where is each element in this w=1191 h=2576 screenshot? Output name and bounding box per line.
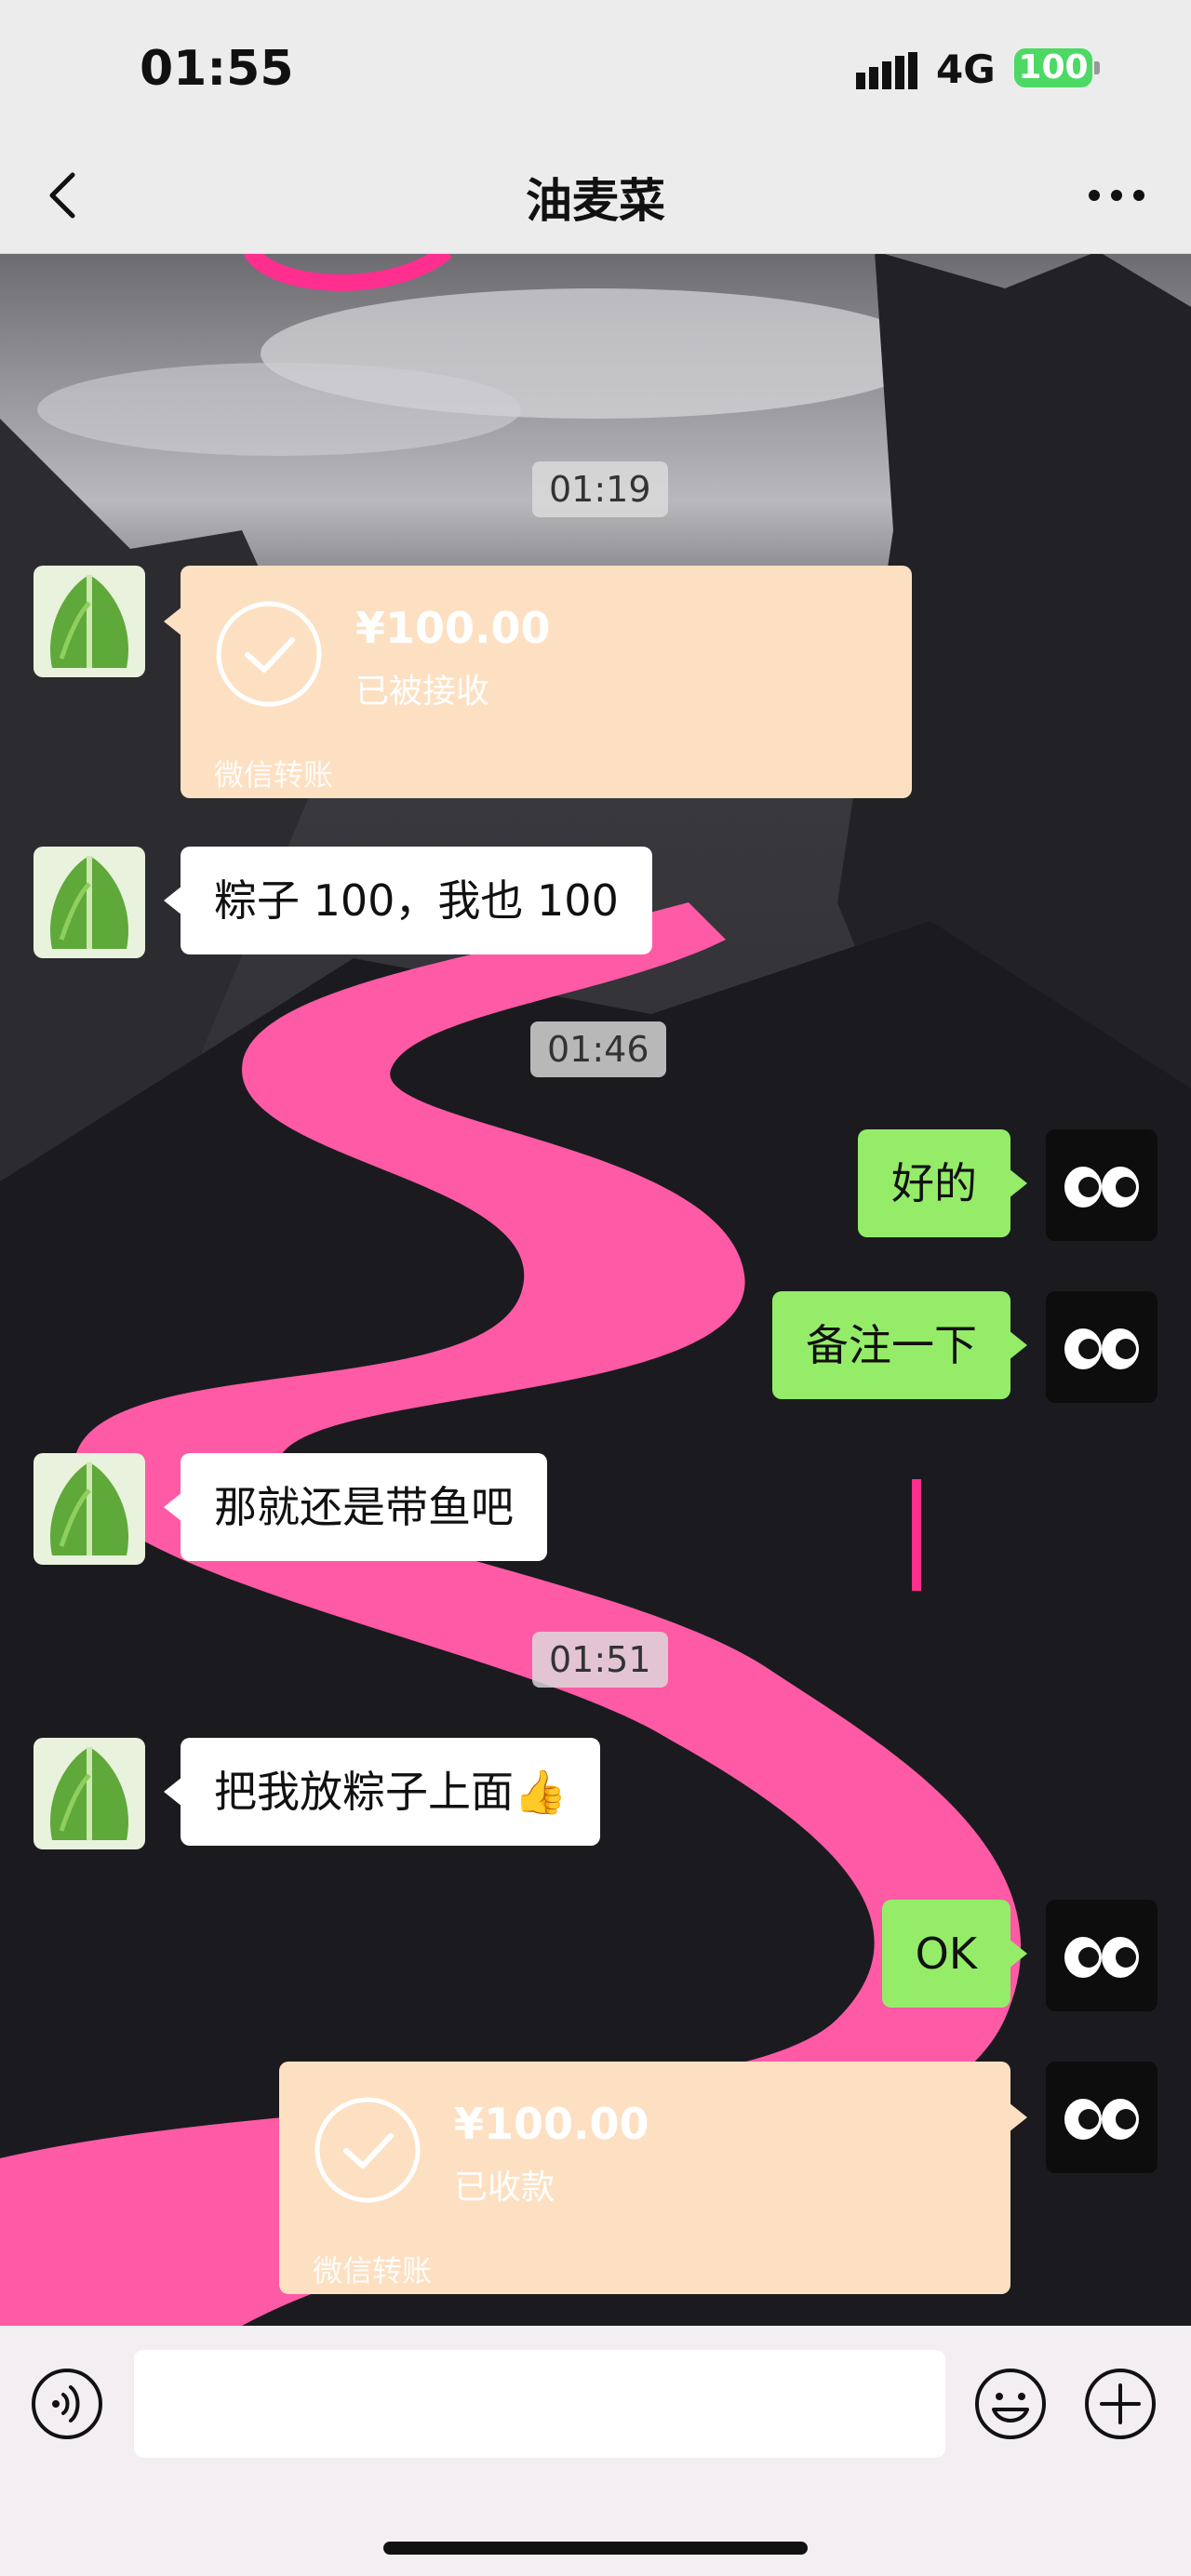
timestamp: 01:46 xyxy=(530,1021,666,1077)
more-icon[interactable] xyxy=(1079,167,1154,223)
message-text: 粽子 100，我也 100 xyxy=(214,875,619,926)
message-bubble-outgoing[interactable]: 好的 xyxy=(858,1129,1027,1237)
transfer-amount: ¥100.00 xyxy=(355,603,551,653)
message-bubble-incoming[interactable]: 那就还是带鱼吧 xyxy=(164,1453,547,1561)
transfer-card-accepted[interactable]: ¥100.00 已收款 微信转账 xyxy=(279,2062,1027,2294)
my-avatar[interactable] xyxy=(1046,1129,1158,1241)
message-bubble-outgoing[interactable]: 备注一下 xyxy=(772,1291,1027,1399)
battery-level: 100 xyxy=(1014,48,1092,87)
status-bar: 01:55 4G 100 xyxy=(0,0,1191,140)
battery-tip xyxy=(1094,61,1100,74)
transfer-status: 已收款 xyxy=(454,2169,555,2207)
status-time: 01:55 xyxy=(140,41,294,97)
transfer-status: 已被接收 xyxy=(355,673,490,711)
timestamp: 01:51 xyxy=(532,1632,668,1688)
home-indicator[interactable] xyxy=(383,2542,808,2555)
contact-avatar[interactable] xyxy=(33,1738,145,1849)
message-bubble-incoming[interactable]: 把我放粽子上面👍 xyxy=(164,1738,601,1846)
chat-screen: 01:55 4G 100 油麦菜 01:19 ¥100.00 已被接收 微信转账… xyxy=(0,0,1191,2576)
message-text: 那就还是带鱼吧 xyxy=(214,1482,514,1532)
timestamp: 01:19 xyxy=(532,461,668,517)
message-text: 把我放粽子上面👍 xyxy=(214,1767,568,1817)
transfer-label: 微信转账 xyxy=(214,757,334,793)
nav-bar: 油麦菜 xyxy=(0,140,1191,254)
message-text: 好的 xyxy=(891,1158,977,1208)
signal-icon xyxy=(856,52,917,89)
input-bar xyxy=(0,2326,1191,2576)
contact-avatar[interactable] xyxy=(33,847,145,958)
my-avatar[interactable] xyxy=(1046,1900,1158,2011)
message-list[interactable]: 01:19 ¥100.00 已被接收 微信转账 粽子 100，我也 100 01… xyxy=(0,253,1191,2326)
message-text: 备注一下 xyxy=(806,1320,977,1370)
message-bubble-outgoing[interactable]: OK xyxy=(881,1900,1027,2008)
message-input[interactable] xyxy=(134,2350,945,2458)
contact-avatar[interactable] xyxy=(33,566,145,677)
voice-input-icon[interactable] xyxy=(30,2367,104,2441)
my-avatar[interactable] xyxy=(1046,2062,1158,2173)
check-circle-icon xyxy=(314,2097,421,2203)
check-circle-icon xyxy=(216,601,322,707)
chat-title: 油麦菜 xyxy=(526,174,665,228)
transfer-card-received[interactable]: ¥100.00 已被接收 微信转账 xyxy=(164,566,912,798)
message-text: OK xyxy=(915,1929,977,1979)
my-avatar[interactable] xyxy=(1046,1291,1158,1403)
contact-avatar[interactable] xyxy=(33,1453,145,1565)
emoji-icon[interactable] xyxy=(973,2367,1048,2441)
network-type: 4G xyxy=(936,47,996,92)
transfer-amount: ¥100.00 xyxy=(454,2099,649,2149)
transfer-label: 微信转账 xyxy=(313,2253,433,2289)
message-bubble-incoming[interactable]: 粽子 100，我也 100 xyxy=(164,847,652,954)
plus-icon[interactable] xyxy=(1083,2367,1158,2441)
